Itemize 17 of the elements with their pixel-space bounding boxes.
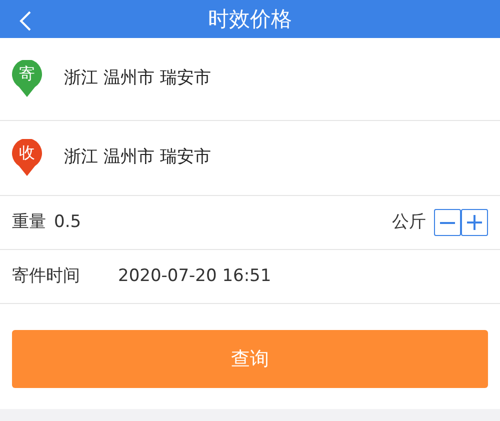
address-text: 浙江 温州市 瑞安市 [64,146,211,170]
address-row[interactable]: 寄 浙江 温州市 瑞安市 [0,38,500,121]
back-icon [18,10,32,32]
minus-icon [440,222,455,224]
time-label: 寄件时间 [12,264,80,288]
address-text: 浙江 温州市 瑞安市 [64,67,211,90]
plus-icon [466,214,483,231]
address-row[interactable]: 收 浙江 温州市 瑞安市 [0,121,500,196]
unit-label: 公斤 [392,210,426,234]
minus-button[interactable] [434,209,461,236]
weight-value: 0.5 [54,210,82,234]
weight-label: 重量 [12,210,46,234]
pin-label: 收 [18,143,36,163]
time-value[interactable]: 2020-07-20 16:51 [118,264,272,290]
plus-button[interactable] [461,209,488,236]
pin-label: 寄 [18,64,36,84]
page-title: 时效价格 [208,6,292,33]
